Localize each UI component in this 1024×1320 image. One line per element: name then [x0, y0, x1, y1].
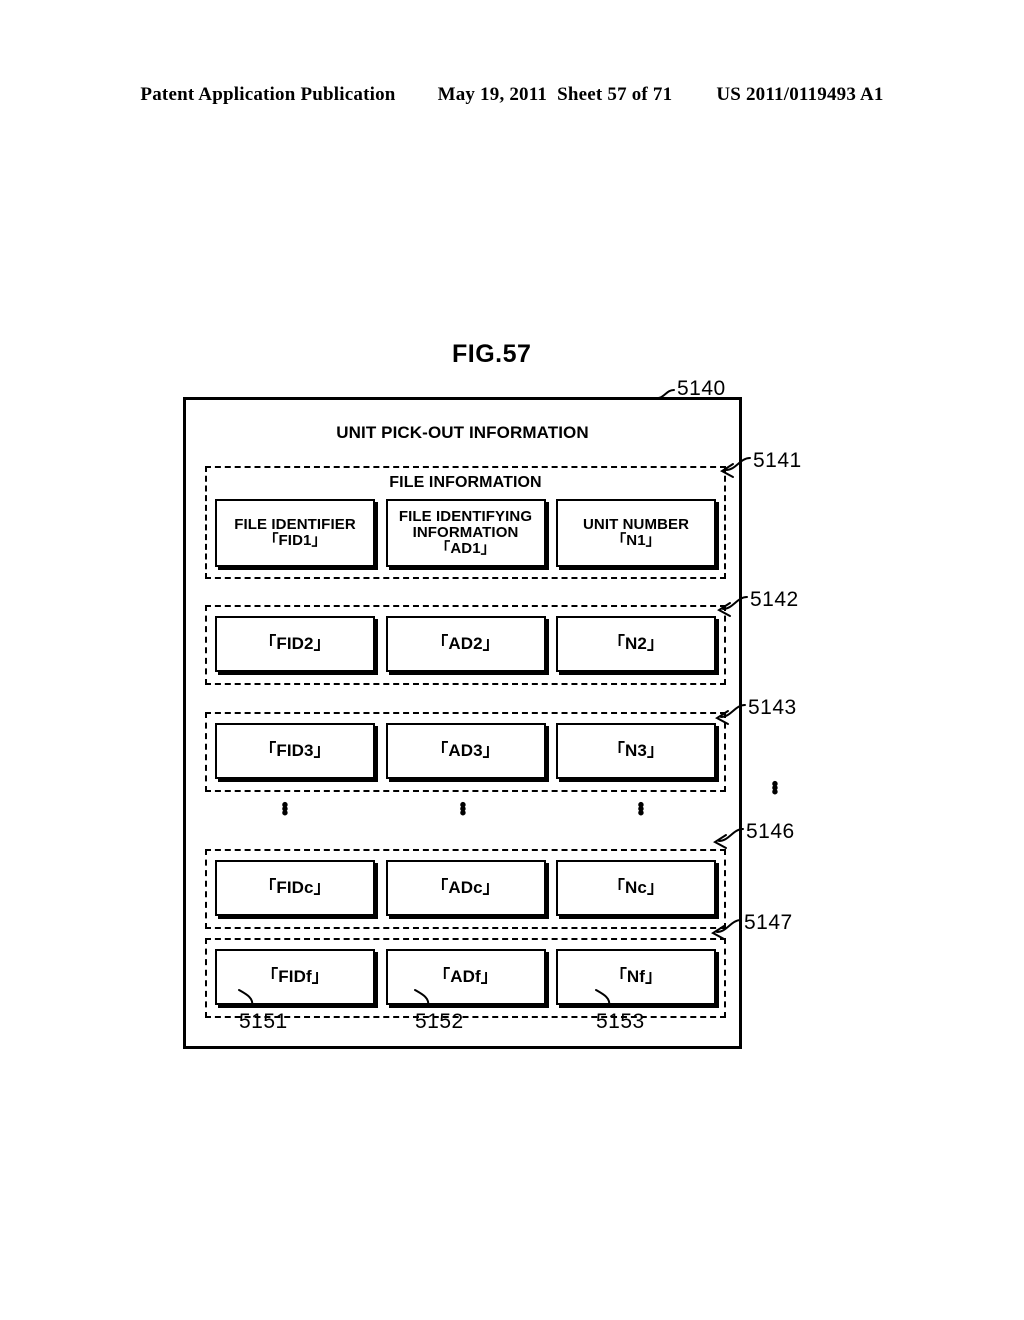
record-row-f: 「FIDf」 「ADf」 「Nf」 [215, 949, 716, 1005]
cell-value-ad3: 「AD3」 [431, 740, 500, 760]
cell-unit-number-f: 「Nf」 [556, 949, 716, 1005]
record-row-3: 「FID3」 「AD3」 「N3」 [215, 723, 716, 779]
ellipsis-dot: • [281, 803, 289, 824]
vertical-ellipsis-outside-frame: • • • [768, 775, 782, 803]
record-group-5142: 「FID2」 「AD2」 「N2」 [205, 605, 726, 685]
cell-label-file-identifier: FILE IDENTIFIER [234, 516, 356, 534]
reference-numeral-5152: 5152 [415, 1010, 464, 1033]
cell-value-fid1: 「FID1」 [263, 532, 327, 549]
cell-label-unit-number: UNIT NUMBER [582, 516, 690, 534]
vertical-ellipsis-column-3: • • • [634, 796, 648, 824]
reference-numeral-5153: 5153 [596, 1010, 645, 1033]
ellipsis-dot: • [637, 803, 645, 824]
record-group-5146: 「FIDc」 「ADc」 「Nc」 [205, 849, 726, 929]
record-row-2: 「FID2」 「AD2」 「N2」 [215, 616, 716, 672]
record-group-5143: 「FID3」 「AD3」 「N3」 [205, 712, 726, 792]
cell-value-fidf: 「FIDf」 [261, 966, 329, 986]
cell-value-n3: 「N3」 [607, 740, 665, 760]
vertical-ellipsis-column-2: • • • [456, 796, 470, 824]
cell-file-identifying-information-f: 「ADf」 [385, 949, 546, 1005]
ellipsis-dot: • [771, 782, 779, 803]
cell-value-n2: 「N2」 [607, 633, 665, 653]
cell-value-nc: 「Nc」 [607, 877, 665, 897]
cell-file-identifier-f: 「FIDf」 [215, 949, 375, 1005]
cell-file-identifier-c: 「FIDc」 [215, 860, 375, 916]
cell-unit-number-1: UNIT NUMBER 「N1」 [556, 499, 716, 567]
unit-pick-out-information-title: UNIT PICK-OUT INFORMATION [336, 423, 589, 442]
record-row-1: FILE IDENTIFIER 「FID1」 FILE IDENTIFYING … [215, 499, 716, 567]
cell-value-fidc: 「FIDc」 [259, 877, 331, 897]
cell-value-ad2: 「AD2」 [431, 633, 500, 653]
reference-numeral-5140: 5140 [677, 377, 726, 400]
cell-unit-number-3: 「N3」 [556, 723, 716, 779]
cell-file-identifying-information-c: 「ADc」 [385, 860, 546, 916]
cell-value-nf: 「Nf」 [609, 966, 663, 986]
figure-title: FIG.57 [452, 340, 532, 368]
reference-numeral-5143: 5143 [748, 696, 797, 719]
cell-value-adc: 「ADc」 [431, 877, 500, 897]
reference-numeral-5146: 5146 [746, 820, 795, 843]
header-patent-number: US 2011/0119493 A1 [716, 84, 884, 105]
patent-page-header: Patent Application Publication May 19, 2… [0, 84, 1024, 106]
cell-label-file-identifying-information-line1: FILE IDENTIFYING [398, 508, 533, 526]
cell-file-identifying-information-1: FILE IDENTIFYING INFORMATION 「AD1」 [385, 499, 546, 567]
reference-numeral-5142: 5142 [750, 588, 799, 611]
reference-numeral-5147: 5147 [744, 911, 793, 934]
header-date-text: May 19, 2011 [437, 84, 548, 105]
cell-unit-number-2: 「N2」 [556, 616, 716, 672]
cell-value-n1: 「N1」 [611, 532, 661, 549]
ellipsis-dot: • [459, 803, 467, 824]
cell-file-identifier-3: 「FID3」 [215, 723, 375, 779]
header-sheet-text: Sheet 57 of 71 [557, 84, 673, 105]
cell-file-identifier-2: 「FID2」 [215, 616, 375, 672]
cell-value-fid3: 「FID3」 [259, 740, 331, 760]
cell-unit-number-c: 「Nc」 [556, 860, 716, 916]
reference-numeral-5141: 5141 [753, 449, 802, 472]
cell-value-fid2: 「FID2」 [259, 633, 331, 653]
file-information-label: FILE INFORMATION [389, 474, 542, 491]
cell-file-identifier-1: FILE IDENTIFIER 「FID1」 [215, 499, 375, 567]
record-group-5141: FILE INFORMATION FILE IDENTIFIER 「FID1」 … [205, 466, 726, 579]
cell-value-adf: 「ADf」 [433, 966, 498, 986]
cell-label-file-identifying-information-line2: INFORMATION [412, 524, 519, 542]
reference-numeral-5151: 5151 [239, 1010, 288, 1033]
cell-file-identifying-information-2: 「AD2」 [385, 616, 546, 672]
unit-pick-out-information-frame: UNIT PICK-OUT INFORMATION FILE INFORMATI… [183, 397, 742, 1049]
header-publication-text: Patent Application Publication [140, 84, 396, 105]
vertical-ellipsis-column-1: • • • [278, 796, 292, 824]
cell-value-ad1: 「AD1」 [435, 539, 496, 557]
record-group-5147: 「FIDf」 「ADf」 「Nf」 [205, 938, 726, 1018]
cell-file-identifying-information-3: 「AD3」 [385, 723, 546, 779]
record-row-c: 「FIDc」 「ADc」 「Nc」 [215, 860, 716, 916]
